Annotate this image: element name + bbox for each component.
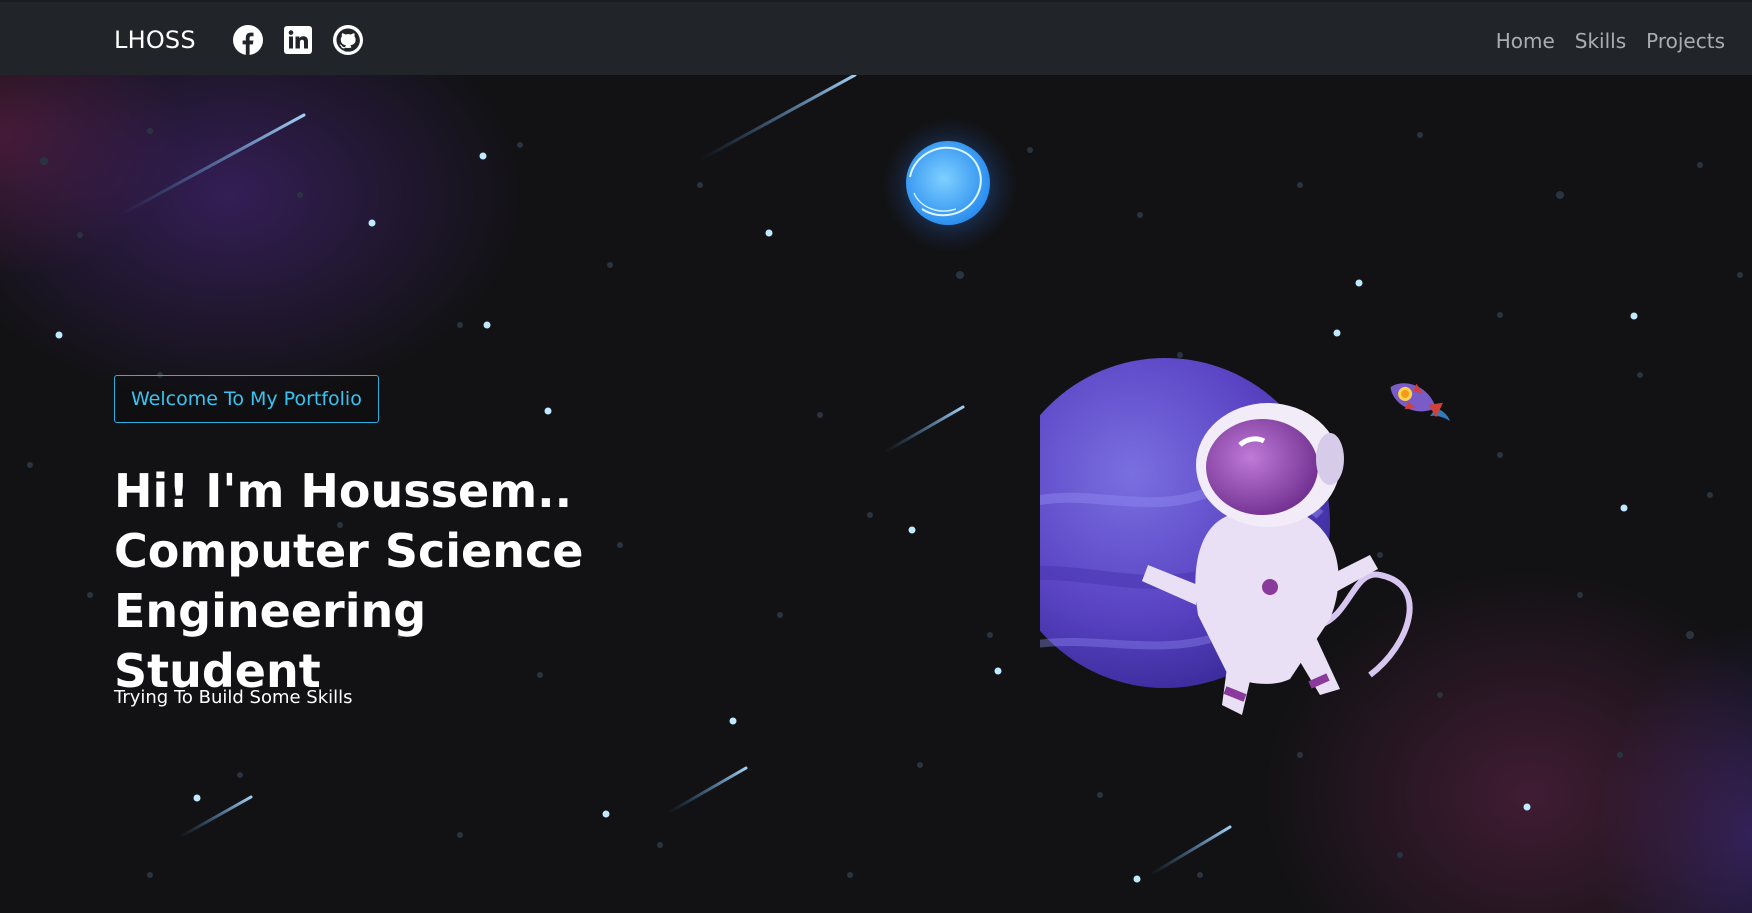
- nav-link-home[interactable]: Home: [1496, 29, 1555, 53]
- navbar: LHOSS Home Skills Projects: [0, 0, 1752, 75]
- hero-title-line: Hi! I'm Houssem..: [114, 464, 573, 518]
- page: LHOSS Home Skills Projects Welcome To My…: [0, 0, 1752, 913]
- nav-link-skills[interactable]: Skills: [1575, 29, 1626, 53]
- glowing-moon-illustration: [882, 117, 1018, 253]
- nav-link-projects[interactable]: Projects: [1646, 29, 1725, 53]
- social-links: [232, 24, 364, 56]
- hero-title: Hi! I'm Houssem.. Computer Science Engin…: [114, 461, 894, 701]
- astronaut-planet-illustration: [1040, 358, 1413, 715]
- hero-banner: Welcome To My Portfolio Hi! I'm Houssem.…: [0, 75, 1752, 913]
- nav-links: Home Skills Projects: [1496, 29, 1725, 53]
- brand-logo[interactable]: LHOSS: [114, 26, 196, 54]
- welcome-badge: Welcome To My Portfolio: [114, 375, 379, 423]
- facebook-icon[interactable]: [232, 24, 264, 56]
- hero-subtitle: Trying To Build Some Skills: [114, 687, 353, 708]
- linkedin-icon[interactable]: [282, 24, 314, 56]
- github-icon[interactable]: [332, 24, 364, 56]
- hero-title-line: Computer Science Engineering: [114, 524, 584, 638]
